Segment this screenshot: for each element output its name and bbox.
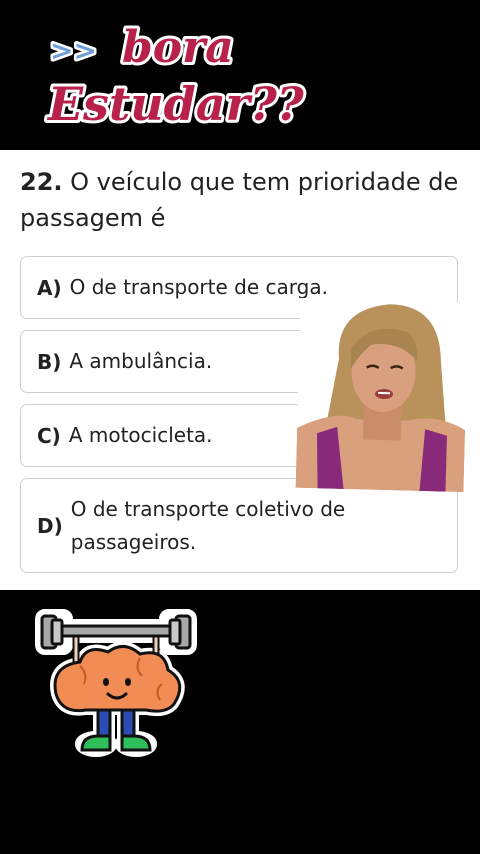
option-b-letter: B) <box>37 349 62 374</box>
brain-lifting-barbell-icon <box>35 604 197 760</box>
bora-estudar-sticker: >> bora Estudar?? <box>40 18 308 138</box>
option-d-text: O de transporte coletivo de passageiros. <box>70 496 346 554</box>
question-number: 22. <box>20 168 63 196</box>
question: 22. O veículo que tem prioridade de pass… <box>20 164 460 236</box>
option-a-text: O de transporte de carga. <box>69 275 328 299</box>
option-d[interactable]: D) O de transporte coletivo de passageir… <box>20 478 458 573</box>
option-a-letter: A) <box>37 275 62 300</box>
sticker-line-2: Estudar?? <box>46 77 305 131</box>
question-text: O veículo que tem prioridade de passagem… <box>20 168 459 232</box>
sticker-line-1: bora <box>122 22 234 73</box>
option-d-letter: D) <box>37 513 63 538</box>
option-c-text: A motocicleta. <box>68 423 213 447</box>
presenter-video <box>295 297 469 493</box>
top-banner: >> bora Estudar?? <box>0 0 480 150</box>
double-arrow-icon: >> <box>50 34 97 67</box>
option-b-text: A ambulância. <box>69 349 213 373</box>
option-c-letter: C) <box>37 423 61 448</box>
